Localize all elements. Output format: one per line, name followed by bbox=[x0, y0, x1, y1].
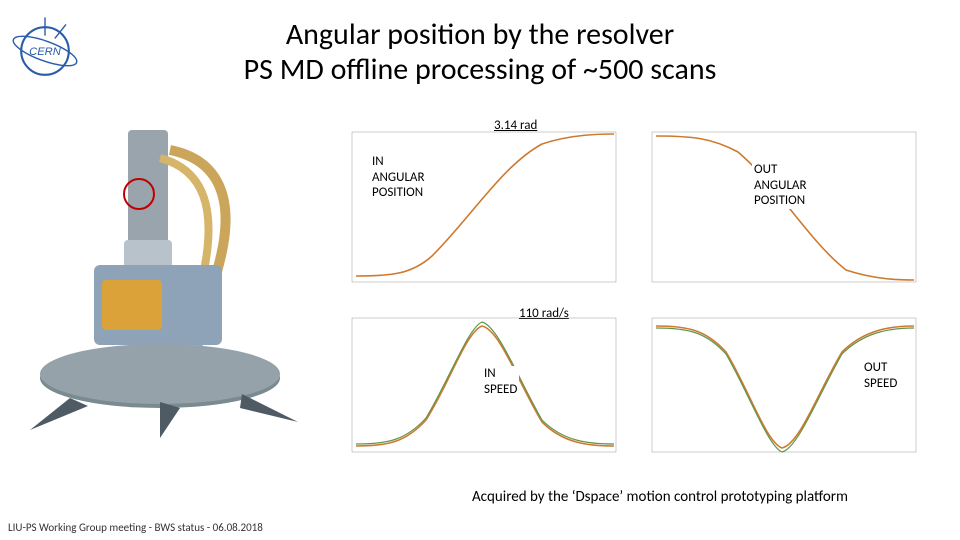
resolver-highlight-circle bbox=[123, 178, 155, 210]
chart-out-angular-position bbox=[632, 126, 922, 296]
label-in-speed: IN SPEED bbox=[482, 366, 519, 397]
label-out-speed: OUT SPEED bbox=[862, 360, 899, 391]
title-line-2: PS MD offline processing of ~500 scans bbox=[244, 51, 717, 88]
content-canvas: 3.14 rad 110 rad/s IN ANGULAR POSITION O… bbox=[0, 120, 960, 500]
bws-3d-model bbox=[10, 130, 330, 440]
label-in-angular: IN ANGULAR POSITION bbox=[370, 154, 427, 201]
label-out-angular: OUT ANGULAR POSITION bbox=[752, 162, 809, 209]
page-title: Angular position by the resolver PS MD o… bbox=[0, 18, 960, 87]
chart-in-angular-position bbox=[332, 126, 622, 296]
caption: Acquired by the ‘Dspace’ motion control … bbox=[380, 488, 940, 506]
chart-in-speed bbox=[332, 312, 622, 462]
title-line-1: Angular position by the resolver bbox=[286, 16, 674, 53]
charts-panel: 3.14 rad 110 rad/s IN ANGULAR POSITION O… bbox=[332, 120, 952, 490]
footer: LIU-PS Working Group meeting - BWS statu… bbox=[8, 521, 263, 534]
